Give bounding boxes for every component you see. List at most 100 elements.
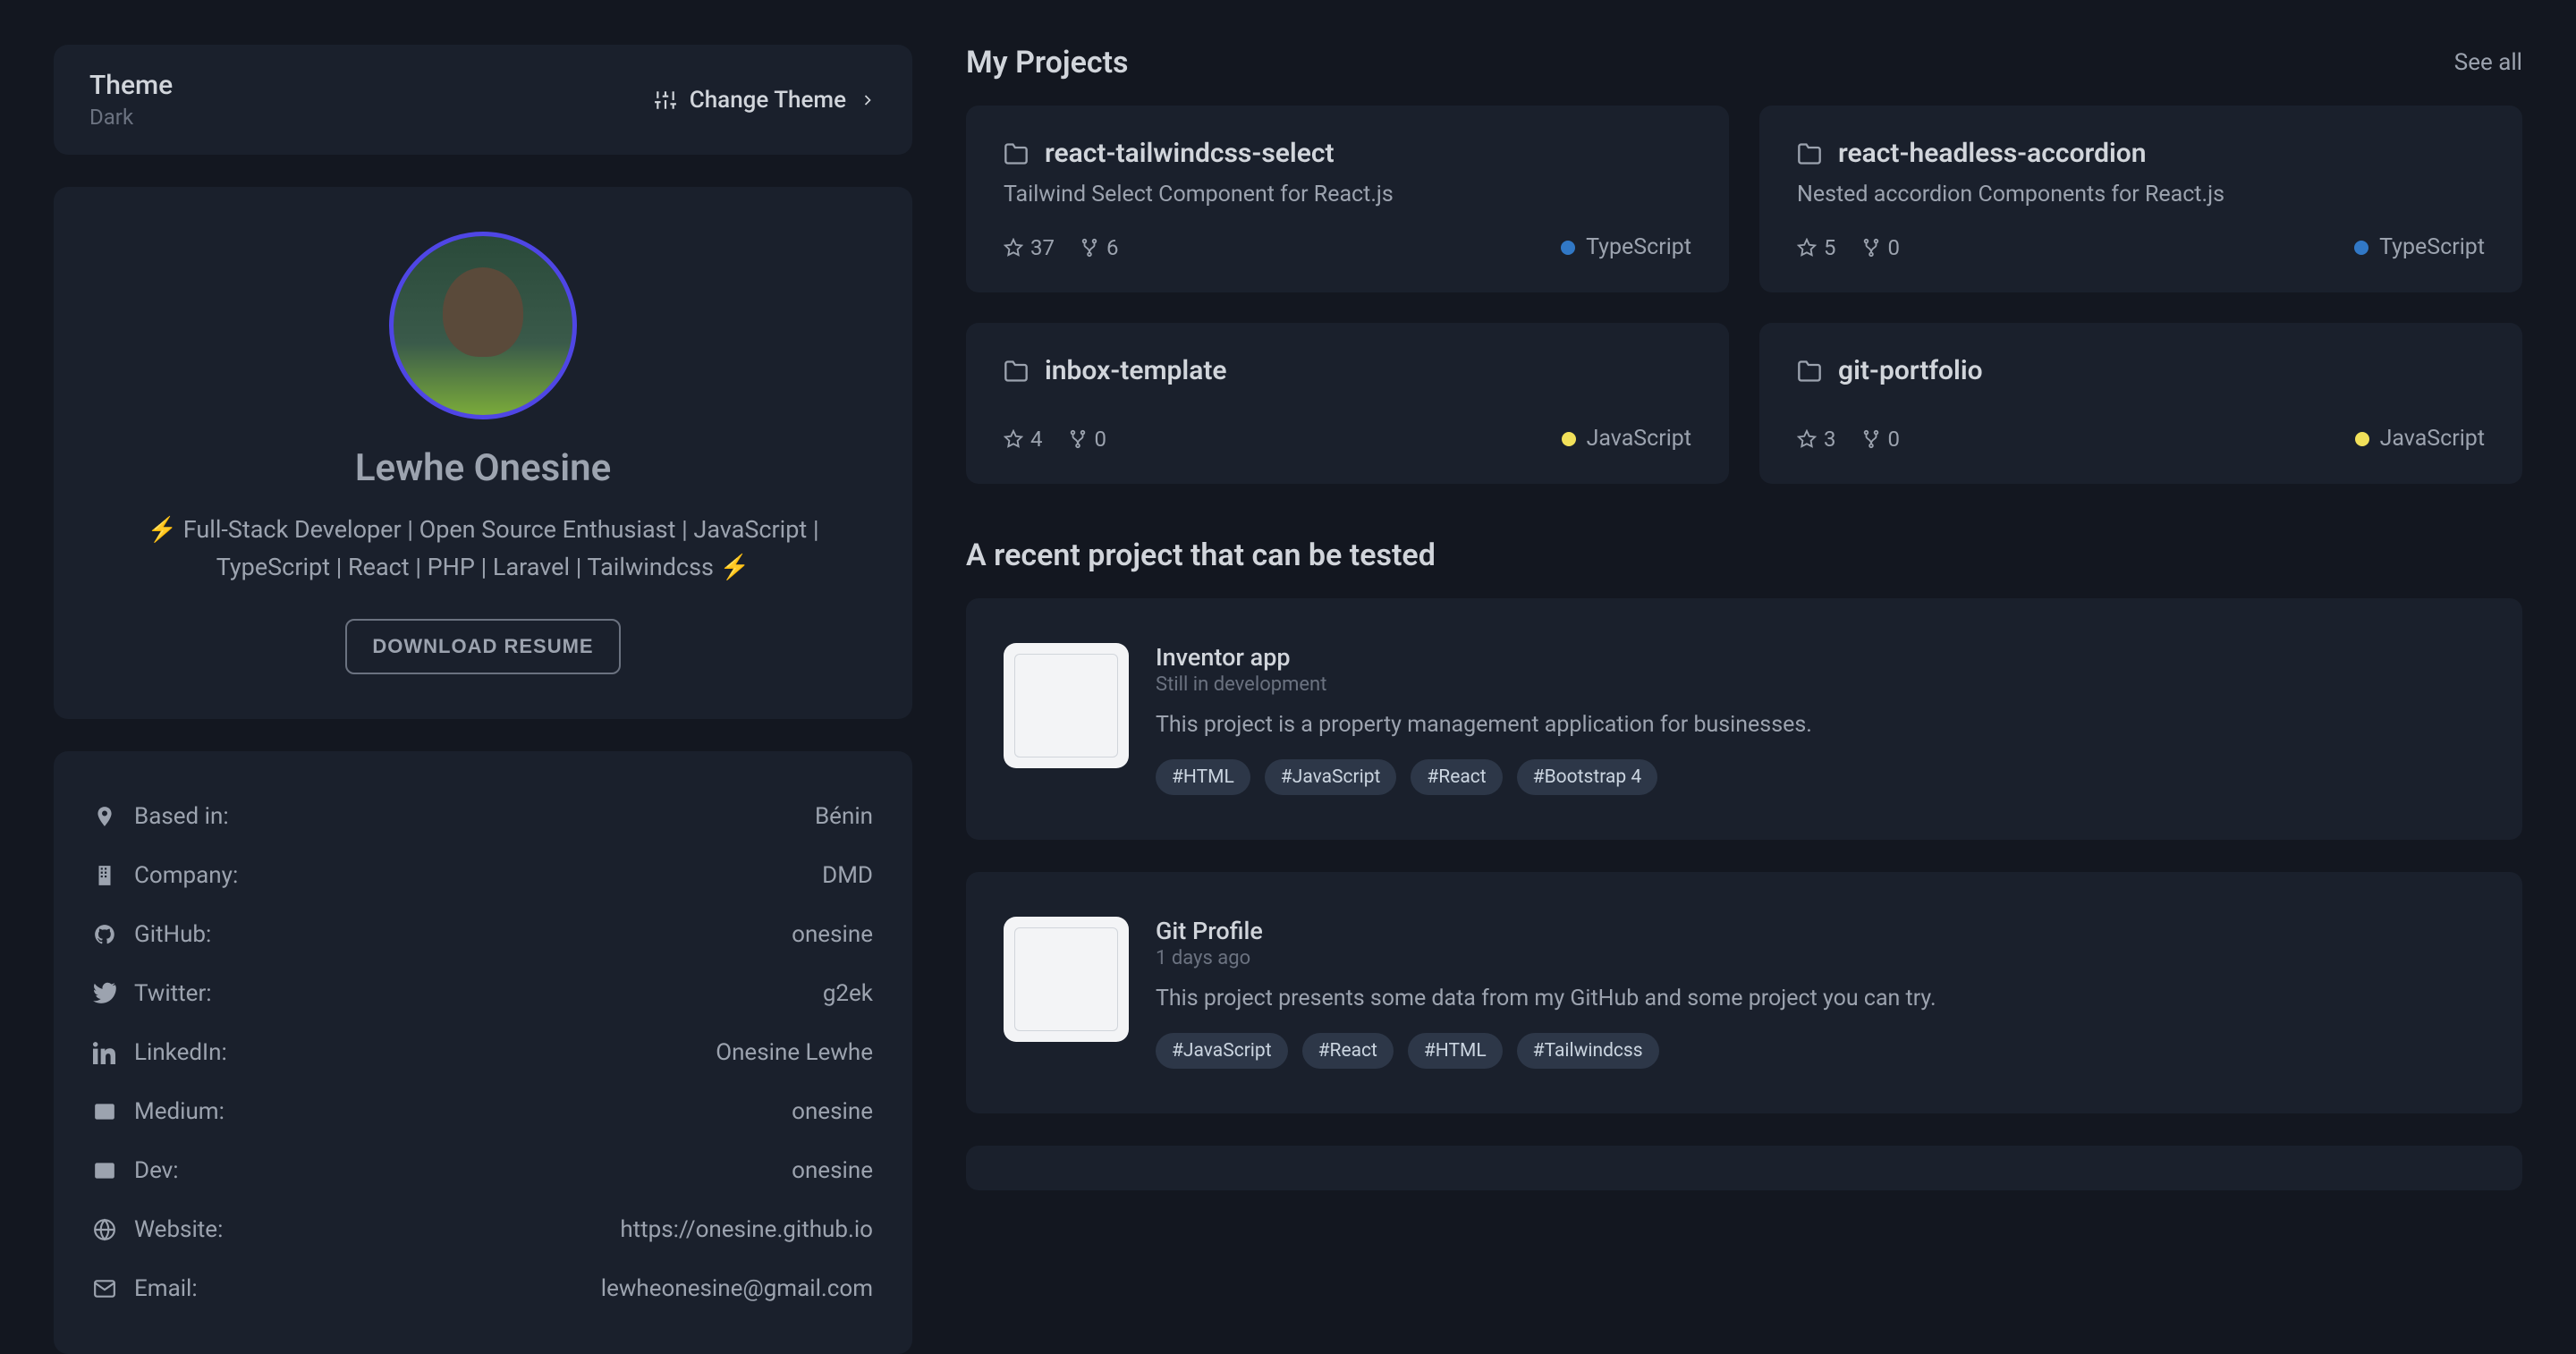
avatar	[389, 232, 577, 419]
theme-current: Dark	[89, 105, 173, 130]
see-all-link[interactable]: See all	[2454, 49, 2522, 76]
building-icon	[93, 864, 116, 887]
info-row-github[interactable]: GitHub: onesine	[93, 905, 873, 964]
lang-dot-icon	[2354, 241, 2368, 255]
profile-name: Lewhe Onesine	[89, 446, 877, 490]
recent-card[interactable]: Git Profile 1 days ago This project pres…	[966, 872, 2522, 1113]
fork-icon	[1861, 429, 1881, 449]
change-theme-label: Change Theme	[690, 87, 846, 114]
info-row-location: Based in: Bénin	[93, 787, 873, 846]
star-icon	[1004, 238, 1023, 258]
recent-project-name: Git Profile	[1156, 917, 2485, 945]
recent-project-desc: This project presents some data from my …	[1156, 986, 2485, 1011]
info-card: Based in: Bénin Company: DMD GitHub: one…	[54, 751, 912, 1354]
project-desc: Nested accordion Components for React.js	[1797, 182, 2485, 207]
profile-card: Lewhe Onesine ⚡ Full-Stack Developer | O…	[54, 187, 912, 719]
github-value: onesine	[792, 921, 873, 948]
stars-stat: 5	[1797, 235, 1836, 260]
project-language: TypeScript	[2354, 234, 2485, 260]
lang-dot-icon	[1561, 241, 1575, 255]
star-icon	[1004, 429, 1023, 449]
twitter-icon	[93, 982, 116, 1005]
project-desc: Tailwind Select Component for React.js	[1004, 182, 1691, 207]
recent-card[interactable]	[966, 1146, 2522, 1190]
globe-icon	[93, 1218, 116, 1241]
download-resume-button[interactable]: DOWNLOAD RESUME	[345, 619, 620, 674]
twitter-value: g2ek	[823, 980, 873, 1007]
project-language: TypeScript	[1561, 234, 1691, 260]
projects-title: My Projects	[966, 45, 1129, 80]
tag: #React	[1302, 1033, 1394, 1069]
recent-title: A recent project that can be tested	[966, 537, 2522, 573]
folder-icon	[1797, 359, 1822, 384]
forks-stat: 0	[1861, 427, 1901, 452]
tag: #JavaScript	[1265, 759, 1397, 795]
project-card[interactable]: inbox-template 4 0 JavaScript	[966, 323, 1729, 484]
tag-list: #HTML #JavaScript #React #Bootstrap 4	[1156, 759, 2485, 795]
project-name: inbox-template	[1045, 355, 1227, 386]
star-icon	[1797, 429, 1817, 449]
email-value: lewheonesine@gmail.com	[601, 1275, 873, 1302]
recent-project-desc: This project is a property management ap…	[1156, 712, 2485, 738]
project-card[interactable]: react-headless-accordion Nested accordio…	[1759, 106, 2522, 292]
folder-icon	[1004, 359, 1029, 384]
company-value: DMD	[822, 862, 873, 889]
star-icon	[1797, 238, 1817, 258]
change-theme-button[interactable]: Change Theme	[654, 87, 877, 114]
mail-icon	[93, 1277, 116, 1300]
info-row-email[interactable]: Email: lewheonesine@gmail.com	[93, 1259, 873, 1318]
recent-project-status: Still in development	[1156, 673, 2485, 696]
tag-list: #JavaScript#React#HTML#Tailwindcss	[1156, 1033, 2485, 1069]
project-language: JavaScript	[2355, 426, 2485, 452]
lang-dot-icon	[2355, 432, 2369, 446]
forks-stat: 0	[1068, 427, 1107, 452]
recent-card[interactable]: Inventor app Still in development This p…	[966, 598, 2522, 840]
recent-project-status: 1 days ago	[1156, 947, 2485, 969]
folder-icon	[1004, 141, 1029, 166]
linkedin-value: Onesine Lewhe	[716, 1039, 873, 1066]
project-thumbnail	[1004, 917, 1129, 1042]
stars-stat: 4	[1004, 427, 1043, 452]
project-name: git-portfolio	[1838, 355, 1983, 386]
theme-title: Theme	[89, 70, 173, 101]
github-icon	[93, 923, 116, 946]
project-card[interactable]: git-portfolio 3 0 JavaScript	[1759, 323, 2522, 484]
info-row-linkedin[interactable]: LinkedIn: Onesine Lewhe	[93, 1023, 873, 1082]
info-row-twitter[interactable]: Twitter: g2ek	[93, 964, 873, 1023]
project-thumbnail	[1004, 643, 1129, 768]
tag: #React	[1411, 759, 1502, 795]
project-card[interactable]: react-tailwindcss-select Tailwind Select…	[966, 106, 1729, 292]
stars-stat: 37	[1004, 235, 1055, 260]
theme-card: Theme Dark Change Theme	[54, 45, 912, 155]
lang-dot-icon	[1562, 432, 1576, 446]
projects-grid: react-tailwindcss-select Tailwind Select…	[966, 106, 2522, 484]
project-language: JavaScript	[1562, 426, 1691, 452]
info-row-website[interactable]: Website: https://onesine.github.io	[93, 1200, 873, 1259]
stars-stat: 3	[1797, 427, 1836, 452]
tag: #Bootstrap 4	[1517, 759, 1657, 795]
project-name: react-headless-accordion	[1838, 138, 2147, 169]
linkedin-icon	[93, 1041, 116, 1064]
recent-project-name: Inventor app	[1156, 643, 2485, 672]
tag: #HTML	[1156, 759, 1250, 795]
info-row-company: Company: DMD	[93, 846, 873, 905]
fork-icon	[1068, 429, 1088, 449]
dev-value: onesine	[792, 1157, 873, 1184]
forks-stat: 6	[1080, 235, 1119, 260]
website-value: https://onesine.github.io	[620, 1216, 873, 1243]
info-row-dev[interactable]: Dev: onesine	[93, 1141, 873, 1200]
profile-bio: ⚡ Full-Stack Developer | Open Source Ent…	[89, 512, 877, 587]
location-value: Bénin	[815, 803, 873, 830]
tag: #JavaScript	[1156, 1033, 1288, 1069]
medium-icon	[93, 1100, 116, 1123]
fork-icon	[1861, 238, 1881, 258]
location-icon	[93, 805, 116, 828]
recent-list: Inventor app Still in development This p…	[966, 598, 2522, 1190]
sliders-icon	[654, 89, 677, 112]
info-row-medium[interactable]: Medium: onesine	[93, 1082, 873, 1141]
forks-stat: 0	[1861, 235, 1901, 260]
chevron-right-icon	[859, 91, 877, 109]
medium-value: onesine	[792, 1098, 873, 1125]
folder-icon	[1797, 141, 1822, 166]
fork-icon	[1080, 238, 1099, 258]
